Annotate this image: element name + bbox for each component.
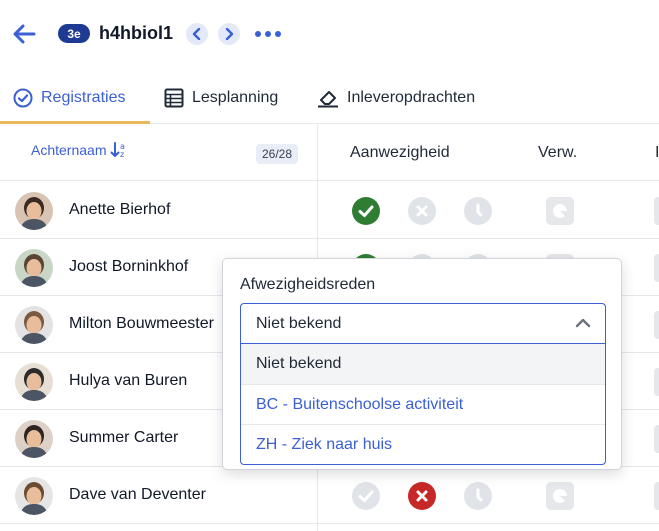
student-count-badge: 26/28 (256, 144, 299, 164)
check-circle-icon (13, 88, 33, 108)
late-button[interactable] (464, 482, 492, 510)
tab-label: Lesplanning (192, 89, 279, 106)
option-ziek-naar-huis[interactable]: ZH - Ziek naar huis (241, 424, 605, 464)
avatar (15, 249, 53, 287)
next-column-cell[interactable] (654, 425, 659, 453)
avatar (15, 192, 53, 230)
table-header: Achternaam az 26/28 Aanwezigheid Verw. I (0, 125, 659, 181)
excused-button[interactable] (546, 482, 574, 510)
absent-button[interactable] (408, 197, 436, 225)
svg-text:z: z (120, 150, 124, 159)
tab-registraties[interactable]: Registraties (13, 72, 125, 124)
absence-reason-popover: Afwezigheidsreden Niet bekend Niet beken… (222, 258, 622, 470)
avatar (15, 420, 53, 458)
late-button[interactable] (464, 197, 492, 225)
more-options-icon[interactable] (255, 24, 281, 44)
active-tab-indicator (0, 121, 150, 124)
next-class-button[interactable] (218, 23, 240, 45)
excuse-note-icon (553, 489, 567, 503)
tab-lesplanning[interactable]: Lesplanning (164, 72, 278, 124)
avatar (15, 477, 53, 515)
present-button[interactable] (352, 197, 380, 225)
sort-label: Achternaam (31, 142, 107, 158)
student-name[interactable]: Milton Bouwmeester (69, 315, 214, 333)
student-name[interactable]: Dave van Deventer (69, 486, 206, 504)
absence-reason-label: Afwezigheidsreden (240, 276, 376, 293)
clock-icon (476, 488, 483, 502)
chevron-left-icon (192, 28, 201, 40)
chevron-up-icon (575, 318, 591, 328)
next-column-cell[interactable] (654, 311, 659, 339)
student-row: Anette Bierhof (0, 182, 659, 239)
selected-value: Niet bekend (256, 314, 342, 332)
next-column-cell[interactable] (654, 197, 659, 225)
absent-button[interactable] (408, 482, 436, 510)
tab-label: Registraties (41, 89, 126, 106)
sort-by-lastname[interactable]: Achternaam az (31, 141, 128, 159)
check-icon (358, 490, 374, 502)
table-icon (164, 88, 184, 108)
tab-label: Inleveropdrachten (347, 89, 476, 106)
student-name[interactable]: Joost Borninkhof (69, 258, 188, 276)
check-icon (358, 205, 374, 217)
option-niet-bekend[interactable]: Niet bekend (241, 344, 605, 384)
back-arrow-icon[interactable] (11, 22, 37, 46)
next-column-cell[interactable] (654, 254, 659, 282)
next-column-cell[interactable] (654, 368, 659, 396)
eraser-icon (318, 91, 338, 108)
next-column-cell[interactable] (654, 482, 659, 510)
top-bar: 3e h4hbiol1 (0, 0, 659, 68)
student-name[interactable]: Hulya van Buren (69, 372, 187, 390)
chevron-right-icon (225, 28, 234, 40)
absence-reason-options: Niet bekend BC - Buitenschoolse activite… (240, 343, 606, 465)
student-name[interactable]: Anette Bierhof (69, 201, 170, 219)
class-title: h4hbiol1 (99, 23, 174, 43)
present-button[interactable] (352, 482, 380, 510)
previous-class-button[interactable] (186, 23, 208, 45)
close-icon (416, 205, 428, 217)
next-column-header: I (655, 144, 659, 161)
close-icon (416, 490, 428, 502)
sort-alpha-icon: az (110, 142, 125, 159)
attendance-column-header: Aanwezigheid (350, 144, 450, 161)
avatar (15, 363, 53, 401)
tab-bar: Registraties Lesplanning Inleveropdracht… (0, 72, 659, 124)
clock-icon (476, 203, 483, 217)
student-name[interactable]: Summer Carter (69, 429, 178, 447)
student-row: Dave van Deventer (0, 467, 659, 524)
grade-badge: 3e (58, 24, 90, 43)
excuse-note-icon (553, 204, 567, 218)
excused-button[interactable] (546, 197, 574, 225)
avatar (15, 306, 53, 344)
option-buitenschoolse-activiteit[interactable]: BC - Buitenschoolse activiteit (241, 384, 605, 424)
tab-inleveropdrachten[interactable]: Inleveropdrachten (317, 72, 475, 124)
excused-column-header: Verw. (538, 144, 578, 161)
absence-reason-select[interactable]: Niet bekend (240, 303, 606, 343)
